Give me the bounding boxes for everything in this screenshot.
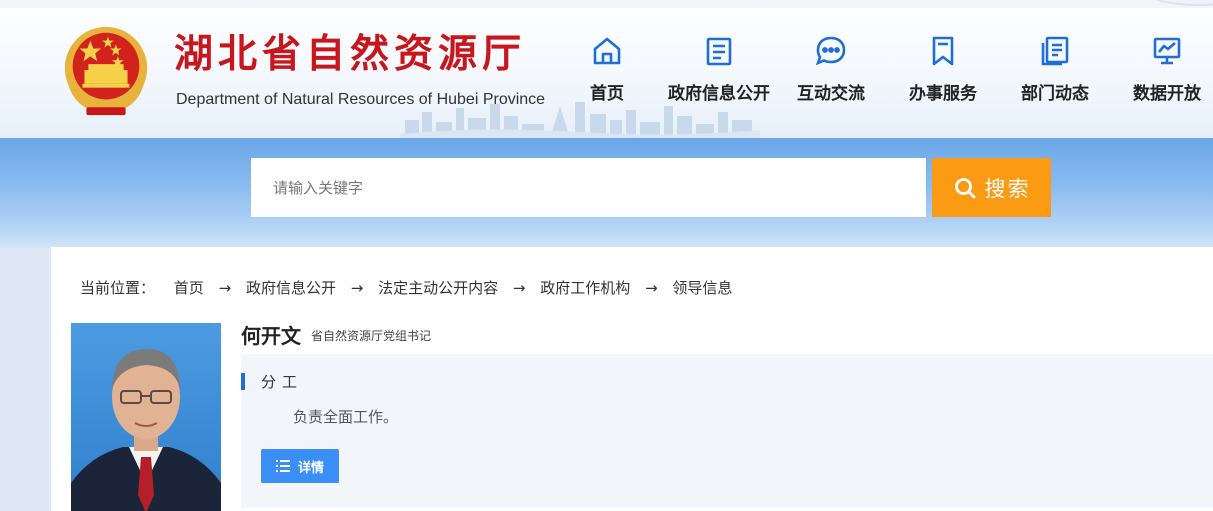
data-chart-icon <box>1153 37 1181 65</box>
national-emblem-icon <box>64 26 148 116</box>
nav-item-home[interactable]: 首页 <box>585 34 629 114</box>
breadcrumb-arrow: → <box>350 279 364 297</box>
duty-info-box <box>241 354 1213 508</box>
nav-label: 办事服务 <box>909 84 977 104</box>
home-icon <box>593 37 621 65</box>
breadcrumb-arrow: → <box>512 279 526 297</box>
search-button-label: 搜索 <box>984 176 1031 201</box>
leader-title: 省自然资源厅党组书记 <box>311 329 432 343</box>
breadcrumb-label: 当前位置： <box>80 279 156 297</box>
nav-label: 部门动态 <box>1021 84 1089 104</box>
nav-item-open-data[interactable]: 数据开放 <box>1129 34 1205 114</box>
chat-bubble-icon <box>815 36 846 66</box>
section-marker <box>241 373 245 390</box>
section-title-duty: 分工 <box>261 373 304 391</box>
site-title: 湖北省自然资源厅 <box>174 31 527 77</box>
nav-item-news[interactable]: 部门动态 <box>1017 34 1093 114</box>
leader-name: 何开文 <box>241 324 301 348</box>
breadcrumb-item-gov-info[interactable]: 政府信息公开 <box>246 278 336 298</box>
nav-label: 首页 <box>590 84 624 104</box>
nav-item-interaction[interactable]: 互动交流 <box>793 34 869 114</box>
search-button[interactable]: 搜索 <box>932 158 1051 217</box>
nav-label: 数据开放 <box>1133 84 1201 104</box>
search-icon <box>954 177 975 198</box>
detail-button-label: 详情 <box>297 460 324 476</box>
breadcrumb-arrow: → <box>645 279 658 297</box>
duty-text: 负责全面工作。 <box>293 408 399 426</box>
document-icon <box>706 37 732 66</box>
breadcrumb-item-home[interactable]: 首页 <box>174 278 204 298</box>
site-header: 湖北省自然资源厅 Department of Natural Resources… <box>0 0 1213 138</box>
top-strip <box>0 0 1213 8</box>
leader-photo <box>71 323 221 511</box>
site-subtitle: Department of Natural Resources of Hubei… <box>176 91 546 108</box>
nav-item-services[interactable]: 办事服务 <box>905 34 981 114</box>
search-input[interactable] <box>251 158 926 217</box>
nav-label: 政府信息公开 <box>668 84 770 104</box>
list-icon <box>275 460 290 472</box>
breadcrumb-item-statutory[interactable]: 法定主动公开内容 <box>378 278 498 298</box>
nav-item-gov-info[interactable]: 政府信息公开 <box>664 34 774 114</box>
breadcrumb-arrow: → <box>218 279 232 297</box>
detail-button[interactable]: 详情 <box>261 449 339 483</box>
news-icon <box>1041 36 1069 66</box>
breadcrumb-item-agencies[interactable]: 政府工作机构 <box>540 278 630 298</box>
breadcrumb-item-leaders[interactable]: 领导信息 <box>672 278 732 298</box>
bookmark-icon <box>932 36 954 66</box>
breadcrumb: 当前位置： 首页 → 政府信息公开 → 法定主动公开内容 → 政府工作机构 → … <box>80 278 732 298</box>
nav-label: 互动交流 <box>797 84 865 104</box>
